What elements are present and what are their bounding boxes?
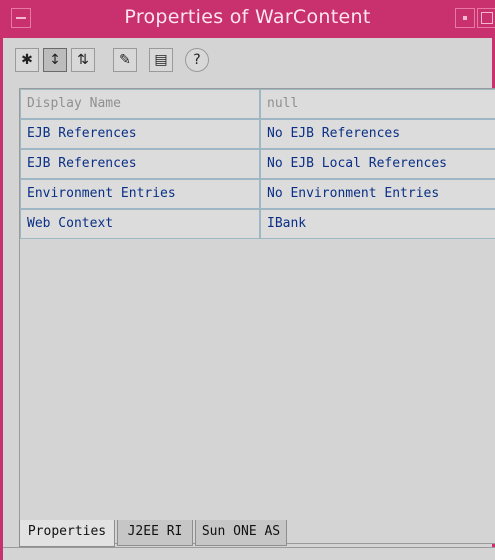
- help-button[interactable]: ?: [185, 48, 209, 72]
- property-name: Web Context: [20, 209, 260, 239]
- sort-by-type-button[interactable]: ⇅: [71, 48, 95, 72]
- window-menu-icon: [16, 17, 26, 19]
- sort-by-category-button[interactable]: ✱: [15, 48, 39, 72]
- sort-by-category-icon: ✱: [21, 52, 33, 68]
- sort-by-name-button[interactable]: ↕: [43, 48, 67, 72]
- properties-window: Properties of WarContent ✱ ↕ ⇅ ✎ ▤ ? Dis…: [0, 0, 495, 560]
- window-title: Properties of WarContent: [124, 6, 371, 28]
- tab-sun-one-as[interactable]: Sun ONE AS: [195, 520, 287, 546]
- sort-by-name-icon: ↕: [49, 52, 61, 68]
- property-value[interactable]: No EJB Local References: [260, 149, 495, 179]
- tab-properties[interactable]: Properties: [19, 520, 115, 547]
- show-editable-button[interactable]: ✎: [113, 48, 137, 72]
- property-sheet: Display Name null EJB References No EJB …: [19, 88, 495, 544]
- property-name: EJB References: [20, 119, 260, 149]
- show-editable-icon: ✎: [119, 52, 131, 68]
- property-value[interactable]: IBank: [260, 209, 495, 239]
- property-value[interactable]: No EJB References: [260, 119, 495, 149]
- tab-j2ee-ri[interactable]: J2EE RI: [117, 520, 193, 546]
- property-name: EJB References: [20, 149, 260, 179]
- window-menu-button[interactable]: [11, 8, 31, 28]
- property-name: Display Name: [20, 89, 260, 119]
- maximize-button[interactable]: [477, 8, 495, 28]
- maximize-icon: [481, 12, 493, 24]
- help-icon: ?: [193, 52, 201, 68]
- customizer-icon: ▤: [154, 52, 168, 68]
- property-row-web-context[interactable]: Web Context IBank: [20, 209, 495, 239]
- property-row-environment-entries[interactable]: Environment Entries No Environment Entri…: [20, 179, 495, 209]
- customizer-button[interactable]: ▤: [149, 48, 173, 72]
- toolbar: ✱ ↕ ⇅ ✎ ▤ ?: [15, 44, 485, 78]
- property-name: Environment Entries: [20, 179, 260, 209]
- sort-by-type-icon: ⇅: [77, 52, 89, 68]
- window-bottom-border: [3, 547, 495, 560]
- property-row-ejb-local-references[interactable]: EJB References No EJB Local References: [20, 149, 495, 179]
- title-bar[interactable]: Properties of WarContent: [3, 0, 495, 38]
- property-row-display-name[interactable]: Display Name null: [20, 89, 495, 119]
- minimize-icon: [463, 16, 467, 20]
- property-value[interactable]: No Environment Entries: [260, 179, 495, 209]
- property-row-ejb-references[interactable]: EJB References No EJB References: [20, 119, 495, 149]
- property-value[interactable]: null: [260, 89, 495, 119]
- minimize-button[interactable]: [455, 8, 475, 28]
- tab-strip: Properties J2EE RI Sun ONE AS: [19, 520, 495, 547]
